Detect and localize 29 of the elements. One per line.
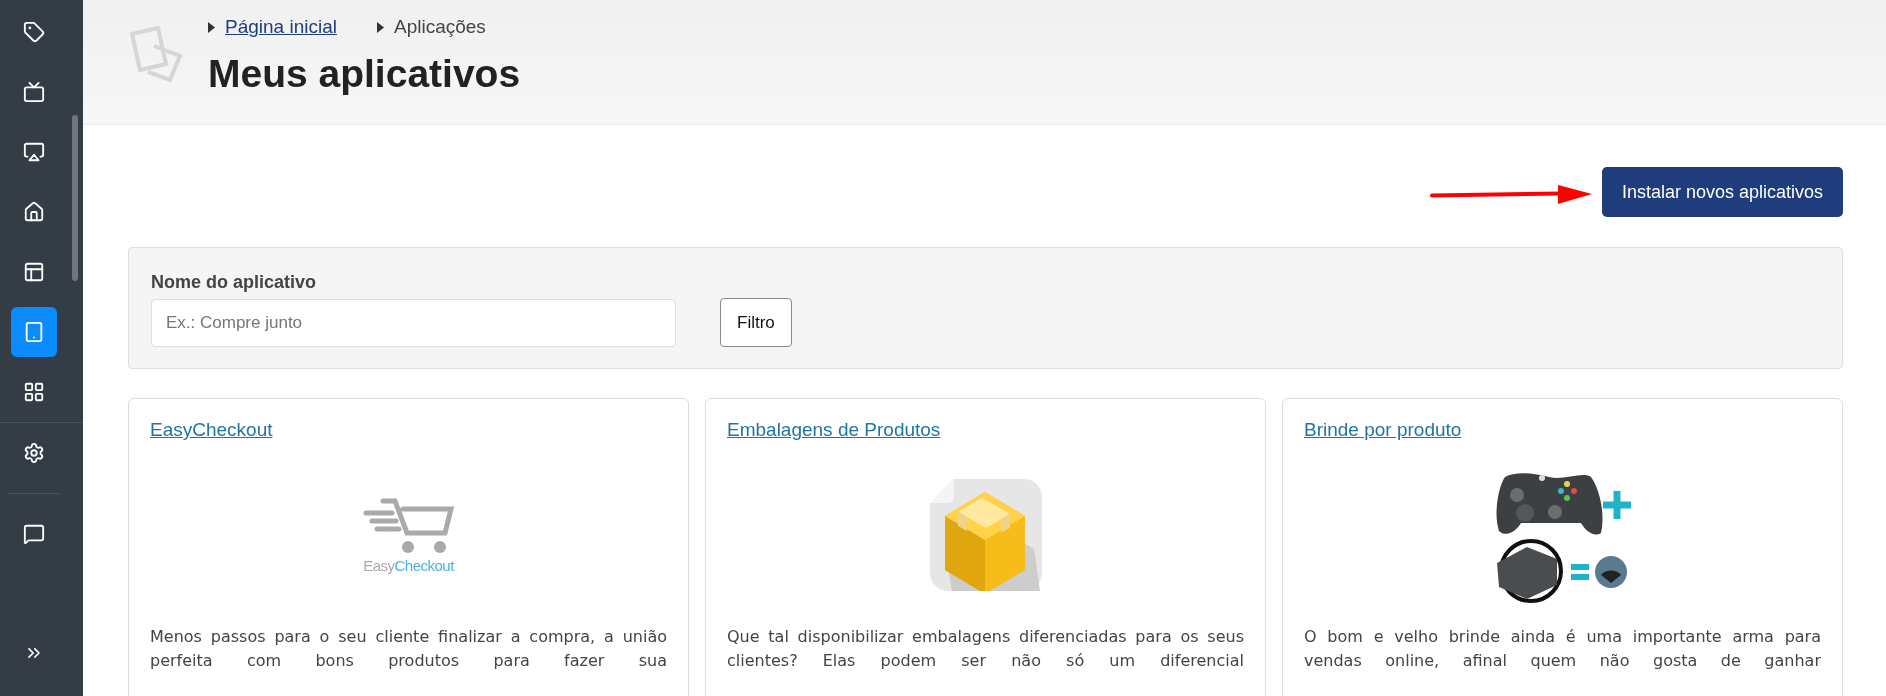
home-icon [23, 201, 45, 223]
install-apps-button[interactable]: Instalar novos aplicativos [1601, 167, 1843, 217]
screen-cast-icon [23, 141, 45, 163]
app-title-link[interactable]: Brinde por produto [1304, 419, 1462, 441]
app-description: Menos passos para o seu cliente finalizar a compra, a união perfeita com bons produtos para fazer sua [150, 626, 667, 672]
layout-icon [23, 261, 45, 283]
app-description: Que tal disponibilizar embalagens diferenciadas para os seus clientes? Elas podem ser não só um diferencial [727, 626, 1244, 672]
app-description: O bom e velho brinde ainda é uma importante arma para vendas online, afinal quem não gosta de ganhar [1304, 626, 1821, 672]
caret-icon [208, 21, 215, 33]
help-message-icon [23, 523, 45, 545]
field-label: Nome do aplicativo [151, 272, 318, 293]
grid-icon [23, 381, 45, 403]
app-title-link[interactable]: Embalagens de Produtos [727, 419, 941, 441]
page-title: Meus aplicativos [208, 52, 521, 96]
filter-button[interactable]: Filtro [720, 298, 792, 347]
shopping-cart-icon [362, 496, 455, 555]
package-icon [929, 479, 1042, 591]
tablet-icon [23, 321, 45, 343]
scrollbar[interactable] [72, 115, 78, 281]
pages-icon [128, 26, 184, 84]
breadcrumb-link[interactable]: Página inicial [225, 16, 337, 38]
settings-icon [23, 442, 45, 464]
caret-icon [376, 21, 384, 33]
logo-text: EasyCheckout [363, 556, 454, 574]
app-name-input[interactable]: Ex.: Compre junto [151, 299, 676, 347]
breadcrumb-current: Aplicações [393, 16, 486, 38]
tag-icon [23, 21, 45, 43]
app-title-link[interactable]: EasyCheckout [150, 419, 273, 441]
tv-icon [23, 81, 45, 103]
